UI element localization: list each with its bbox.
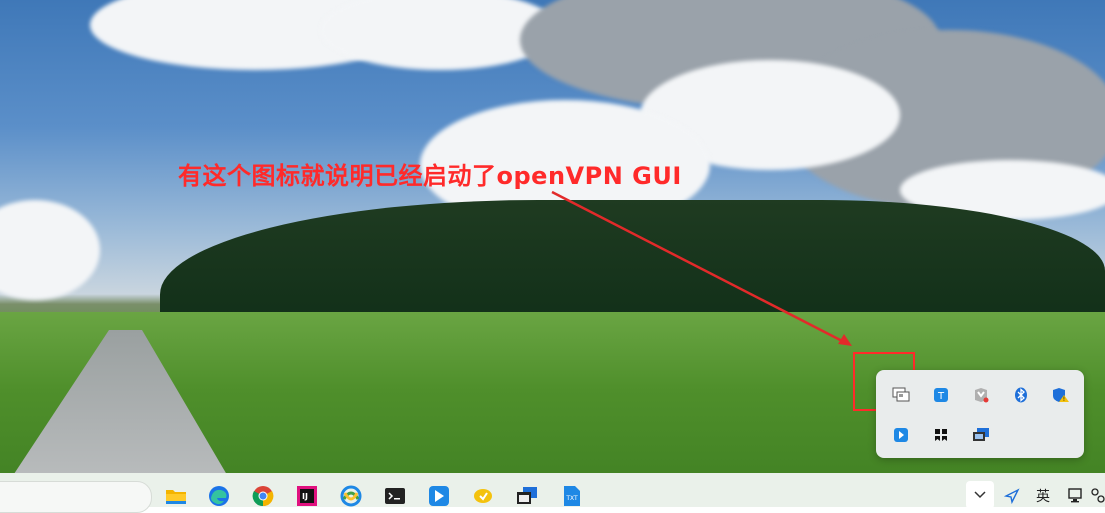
location-send-icon[interactable] xyxy=(1000,484,1024,508)
intellij-idea-icon[interactable]: IJ xyxy=(295,484,319,508)
taskbar-search-box[interactable] xyxy=(0,481,152,513)
show-hidden-icons-chevron-icon[interactable] xyxy=(966,481,994,509)
defender-shield-icon[interactable]: ! xyxy=(1050,384,1072,406)
chrome-browser-icon[interactable] xyxy=(251,484,275,508)
txt-file-icon[interactable]: TXT xyxy=(560,484,584,508)
svg-text:TXT: TXT xyxy=(565,495,578,502)
mcafee-icon[interactable] xyxy=(970,384,992,406)
file-explorer-icon[interactable] xyxy=(164,484,188,508)
svg-text:T: T xyxy=(937,391,945,402)
black-app-icon[interactable] xyxy=(930,424,952,446)
window-app-icon[interactable] xyxy=(515,484,539,508)
colorful-app-icon[interactable] xyxy=(339,484,363,508)
openvpn-gui-icon[interactable] xyxy=(890,384,912,406)
annotation-text: 有这个图标就说明已经启动了openVPN GUI xyxy=(178,162,682,190)
feishu-icon[interactable] xyxy=(427,484,451,508)
lightning-app-icon[interactable]: T xyxy=(930,384,952,406)
edge-browser-icon[interactable] xyxy=(207,484,231,508)
svg-text:!: ! xyxy=(1063,396,1065,403)
network-icon[interactable] xyxy=(1064,484,1088,508)
connection-icon[interactable] xyxy=(1090,484,1105,508)
input-method-indicator[interactable]: 英 xyxy=(1036,486,1050,506)
yellow-app-icon[interactable] xyxy=(471,484,495,508)
display-icon[interactable] xyxy=(970,424,992,446)
bluetooth-icon[interactable] xyxy=(1010,384,1032,406)
tray-overflow-flyout: T ! xyxy=(876,370,1084,458)
svg-text:IJ: IJ xyxy=(302,492,308,501)
terminal-icon[interactable] xyxy=(383,484,407,508)
arrow-app-icon[interactable] xyxy=(890,424,912,446)
